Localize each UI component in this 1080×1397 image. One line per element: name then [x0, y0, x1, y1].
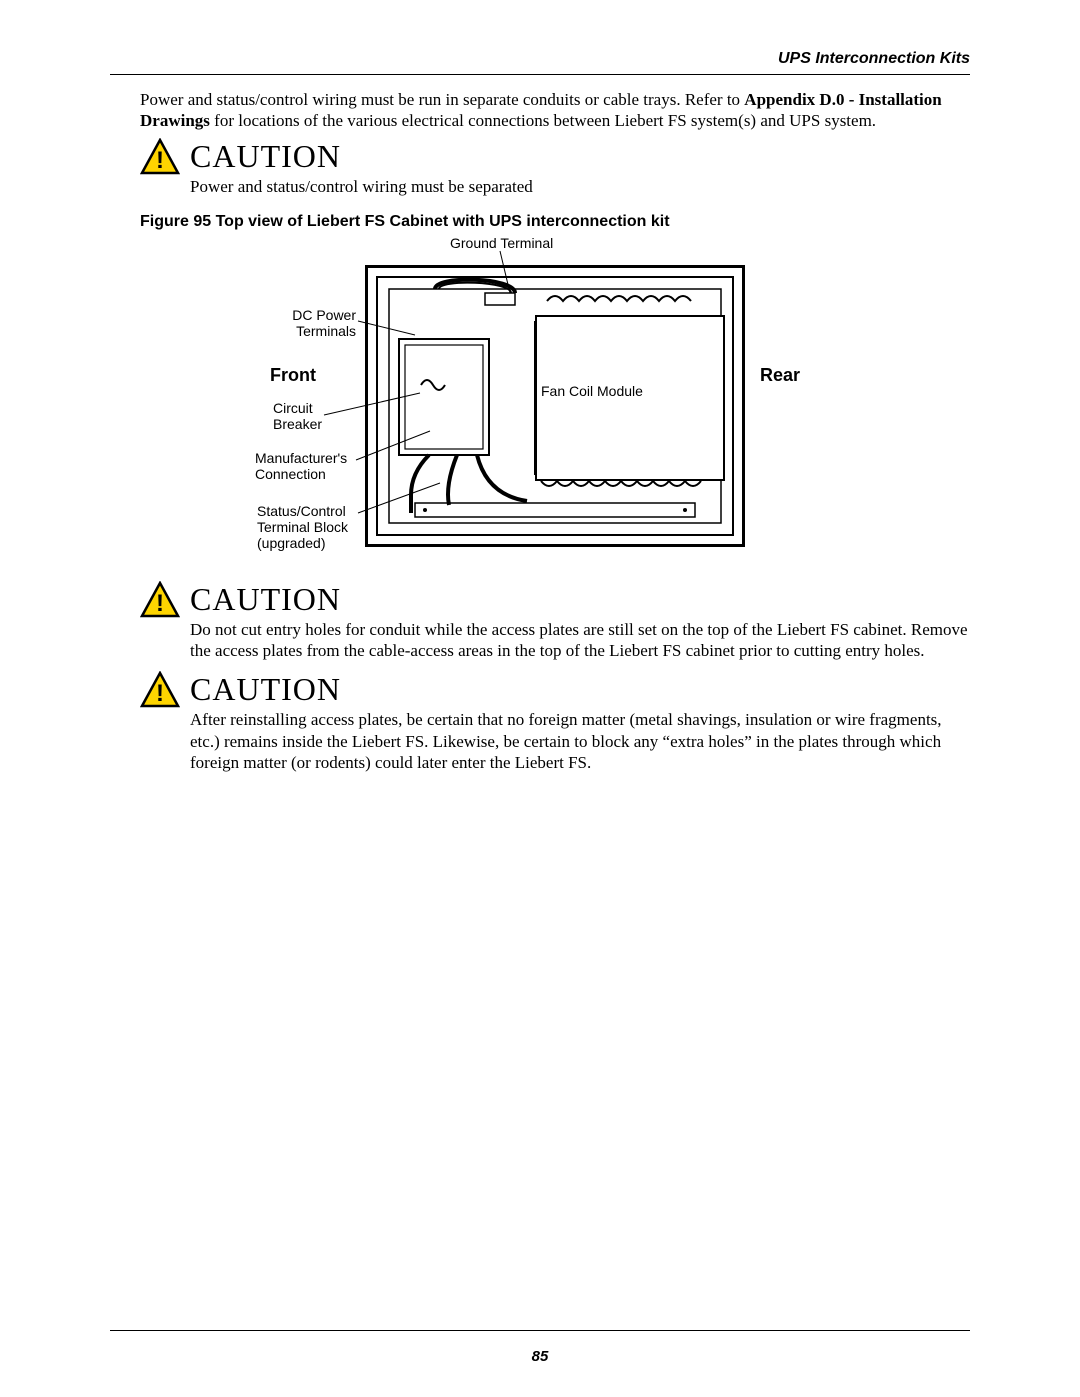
label-manufacturers-connection: Manufacturer's Connection [255, 450, 347, 482]
section-header: UPS Interconnection Kits [110, 50, 970, 68]
intro-text-2: for locations of the various electrical … [210, 111, 876, 130]
caution-title: CAUTION [190, 140, 970, 172]
cabinet-drawing: Fan Coil Module [365, 265, 745, 547]
caution-text: Power and status/control wiring must be … [190, 176, 970, 197]
label-status-control-terminal: Status/Control Terminal Block (upgraded) [257, 503, 348, 551]
caution-text: Do not cut entry holes for conduit while… [190, 619, 970, 662]
caution-icon: ! [140, 671, 180, 709]
intro-text-1: Power and status/control wiring must be … [140, 90, 744, 109]
caution-block-1: ! CAUTION Power and status/control wirin… [140, 138, 970, 205]
caution-block-3: ! CAUTION After reinstalling access plat… [140, 671, 970, 781]
bottom-rule [110, 1330, 970, 1331]
label-rear: Rear [760, 365, 800, 386]
caution-text: After reinstalling access plates, be cer… [190, 709, 970, 773]
svg-text:!: ! [156, 147, 164, 174]
caution-title: CAUTION [190, 673, 970, 705]
figure-caption: Figure 95 Top view of Liebert FS Cabinet… [140, 213, 970, 231]
svg-text:!: ! [156, 590, 164, 617]
caution-icon: ! [140, 581, 180, 619]
caution-title: CAUTION [190, 583, 970, 615]
label-fan-coil-module: Fan Coil Module [541, 383, 643, 399]
label-ground-terminal: Ground Terminal [450, 235, 553, 251]
caution-block-2: ! CAUTION Do not cut entry holes for con… [140, 581, 970, 670]
page-number: 85 [0, 1348, 1080, 1365]
top-rule [110, 74, 970, 75]
caution-icon: ! [140, 138, 180, 176]
figure-95: Ground Terminal DC Power Terminals Front… [140, 235, 970, 575]
svg-text:!: ! [156, 680, 164, 707]
intro-paragraph: Power and status/control wiring must be … [140, 89, 970, 132]
label-dc-power-terminals: DC Power Terminals [270, 307, 356, 339]
label-circuit-breaker: Circuit Breaker [273, 400, 322, 432]
label-front: Front [270, 365, 316, 386]
